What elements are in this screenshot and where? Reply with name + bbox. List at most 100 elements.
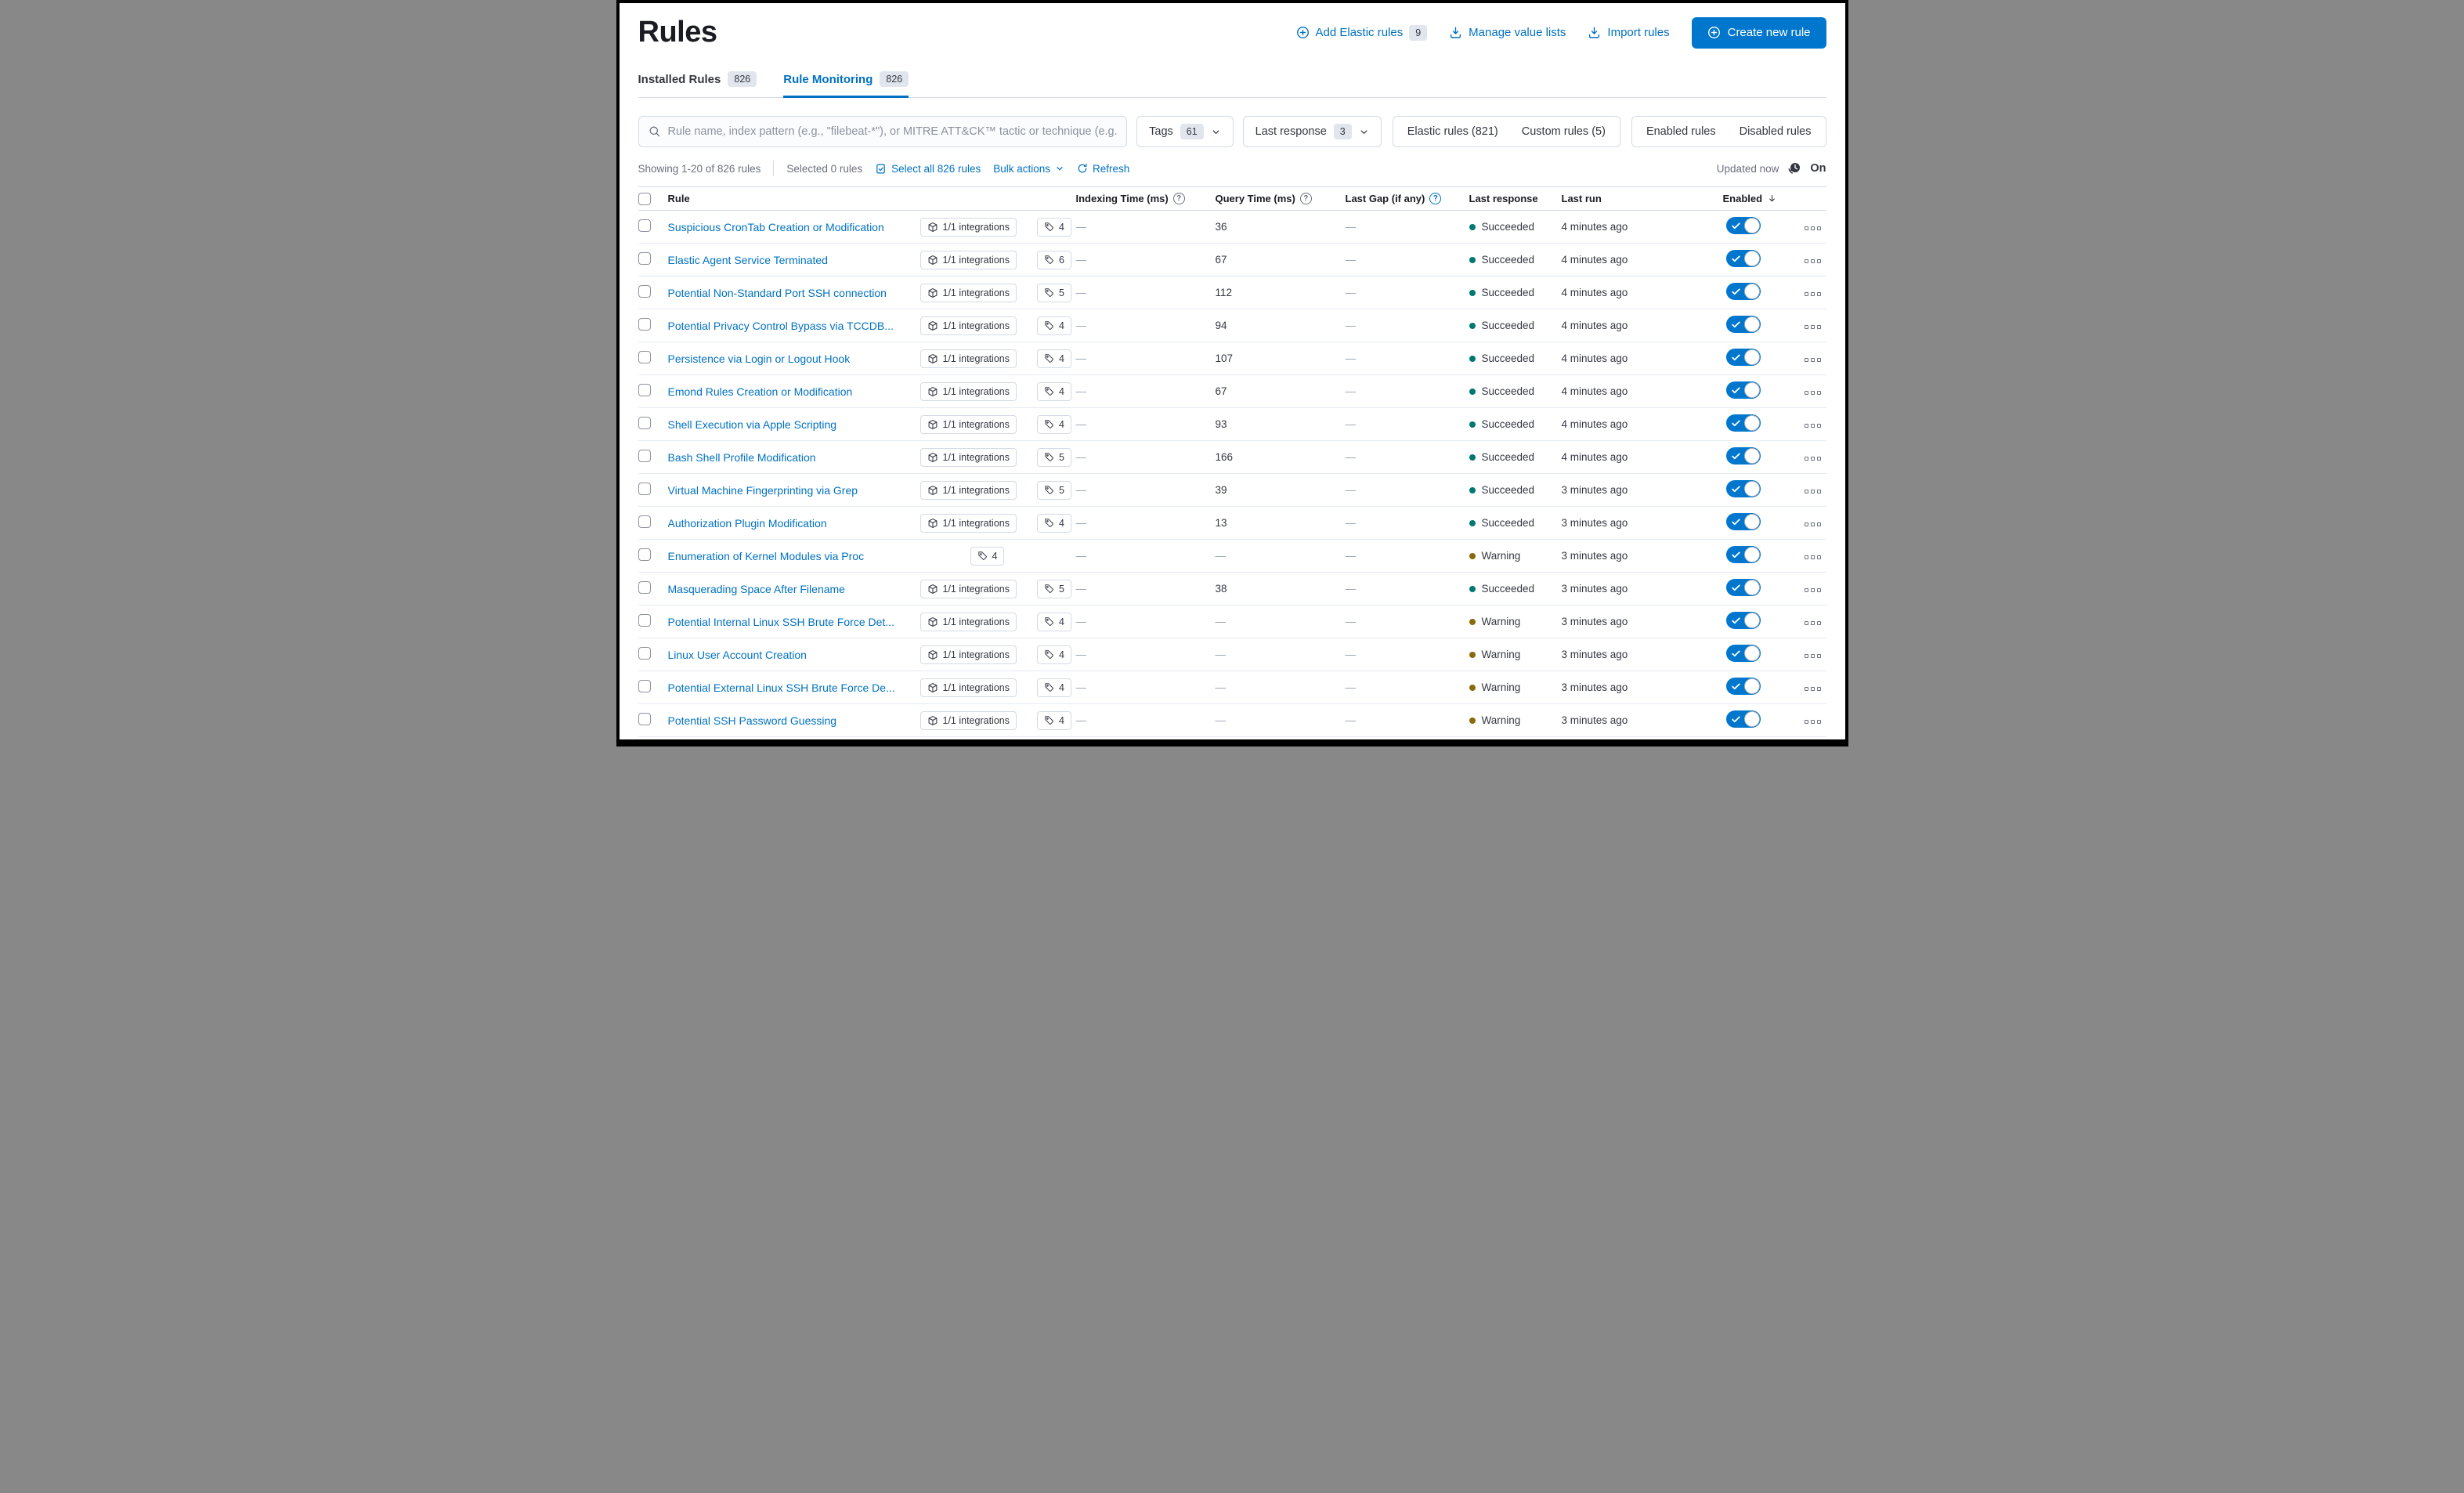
integrations-badge[interactable]: 1/1 integrations (919, 447, 1017, 467)
select-all-checkbox[interactable] (638, 192, 651, 205)
tags-badge[interactable]: 5 (1036, 447, 1071, 467)
tags-badge[interactable]: 4 (1036, 678, 1071, 697)
enabled-toggle[interactable] (1725, 250, 1761, 267)
rule-name-link[interactable]: Shell Execution via Apple Scripting (668, 418, 920, 431)
rule-name-link[interactable]: Authorization Plugin Modification (668, 517, 920, 530)
rule-name-link[interactable]: Emond Rules Creation or Modification (668, 385, 920, 398)
integrations-badge[interactable]: 1/1 integrations (919, 381, 1017, 401)
tags-badge[interactable]: 4 (1036, 316, 1071, 335)
tags-badge[interactable]: 4 (1036, 217, 1071, 237)
disabled-rules-filter[interactable]: Disabled rules (1740, 125, 1812, 138)
integrations-badge[interactable]: 1/1 integrations (919, 710, 1017, 730)
integrations-badge[interactable]: 1/1 integrations (919, 645, 1017, 664)
rule-name-link[interactable]: Potential Privacy Control Bypass via TCC… (668, 320, 920, 332)
enabled-toggle[interactable] (1725, 217, 1761, 234)
rule-name-link[interactable]: Potential Non-Standard Port SSH connecti… (668, 287, 920, 299)
row-actions-button[interactable] (1804, 391, 1821, 395)
integrations-badge[interactable]: 1/1 integrations (919, 283, 1017, 302)
tags-badge[interactable]: 4 (1036, 645, 1071, 664)
row-actions-button[interactable] (1804, 325, 1821, 329)
tags-badge[interactable]: 4 (970, 546, 1005, 566)
rule-name-link[interactable]: Potential SSH Password Guessing (668, 714, 920, 727)
row-checkbox[interactable] (638, 581, 651, 594)
help-icon[interactable]: ? (1172, 193, 1185, 204)
integrations-badge[interactable]: 1/1 integrations (919, 612, 1017, 631)
row-actions-button[interactable] (1804, 424, 1821, 428)
integrations-badge[interactable]: 1/1 integrations (919, 250, 1017, 269)
rule-name-link[interactable]: Elastic Agent Service Terminated (668, 254, 920, 266)
row-actions-button[interactable] (1804, 621, 1821, 625)
rule-name-link[interactable]: Masquerading Space After Filename (668, 583, 920, 595)
auto-refresh-clock-icon[interactable] (1787, 161, 1802, 176)
manage-value-lists-button[interactable]: Manage value lists (1449, 26, 1566, 39)
rule-name-link[interactable]: Persistence via Login or Logout Hook (668, 352, 920, 365)
rule-name-link[interactable]: Bash Shell Profile Modification (668, 451, 920, 464)
rule-name-link[interactable]: Linux User Account Creation (668, 649, 920, 661)
tags-badge[interactable]: 5 (1036, 579, 1071, 598)
row-checkbox[interactable] (638, 647, 651, 660)
enabled-toggle[interactable] (1725, 283, 1761, 300)
row-checkbox[interactable] (638, 351, 651, 363)
enabled-toggle[interactable] (1725, 579, 1761, 596)
last-response-filter-button[interactable]: Last response 3 (1242, 116, 1382, 147)
row-checkbox[interactable] (638, 515, 651, 528)
import-rules-button[interactable]: Import rules (1588, 26, 1670, 39)
enabled-rules-filter[interactable]: Enabled rules (1646, 125, 1716, 138)
row-checkbox[interactable] (638, 384, 651, 396)
help-icon[interactable]: ? (1299, 193, 1312, 204)
enabled-toggle[interactable] (1725, 678, 1761, 695)
custom-rules-filter[interactable]: Custom rules (5) (1522, 125, 1606, 138)
tags-badge[interactable]: 4 (1036, 612, 1071, 631)
tags-badge[interactable]: 6 (1036, 250, 1071, 269)
tab-installed-rules[interactable]: Installed Rules 826 (638, 71, 757, 97)
rule-name-link[interactable]: Virtual Machine Fingerprinting via Grep (668, 484, 920, 497)
row-checkbox[interactable] (638, 548, 651, 561)
tags-filter-button[interactable]: Tags 61 (1136, 116, 1234, 147)
enabled-toggle[interactable] (1725, 546, 1761, 563)
rule-name-link[interactable]: Enumeration of Kernel Modules via Proc (668, 550, 920, 562)
integrations-badge[interactable]: 1/1 integrations (919, 316, 1017, 335)
row-actions-button[interactable] (1804, 588, 1821, 592)
tags-badge[interactable]: 4 (1036, 513, 1071, 533)
tags-badge[interactable]: 4 (1036, 414, 1071, 434)
tab-rule-monitoring[interactable]: Rule Monitoring 826 (783, 71, 909, 98)
tags-badge[interactable]: 4 (1036, 381, 1071, 401)
row-actions-button[interactable] (1804, 259, 1821, 263)
tags-badge[interactable]: 4 (1036, 710, 1071, 730)
row-checkbox[interactable] (638, 285, 651, 298)
row-actions-button[interactable] (1804, 490, 1821, 493)
row-actions-button[interactable] (1804, 226, 1821, 230)
row-checkbox[interactable] (638, 318, 651, 331)
rule-name-link[interactable]: Potential External Linux SSH Brute Force… (668, 681, 920, 694)
row-actions-button[interactable] (1804, 555, 1821, 559)
integrations-badge[interactable]: 1/1 integrations (919, 414, 1017, 434)
rule-name-link[interactable]: Potential Internal Linux SSH Brute Force… (668, 616, 920, 628)
row-actions-button[interactable] (1804, 720, 1821, 724)
row-checkbox[interactable] (638, 417, 651, 429)
enabled-toggle[interactable] (1725, 612, 1761, 629)
add-elastic-rules-button[interactable]: Add Elastic rules 9 (1296, 24, 1428, 41)
row-checkbox[interactable] (638, 614, 651, 627)
integrations-badge[interactable]: 1/1 integrations (919, 513, 1017, 533)
row-actions-button[interactable] (1804, 457, 1821, 461)
enabled-toggle[interactable] (1725, 381, 1761, 399)
integrations-badge[interactable]: 1/1 integrations (919, 480, 1017, 500)
enabled-toggle[interactable] (1725, 316, 1761, 333)
row-checkbox[interactable] (638, 483, 651, 495)
row-checkbox[interactable] (638, 713, 651, 725)
refresh-button[interactable]: Refresh (1077, 163, 1129, 175)
integrations-badge[interactable]: 1/1 integrations (919, 678, 1017, 697)
elastic-rules-filter[interactable]: Elastic rules (821) (1407, 125, 1498, 138)
row-checkbox[interactable] (638, 252, 651, 265)
row-actions-button[interactable] (1804, 654, 1821, 658)
enabled-toggle[interactable] (1725, 414, 1761, 432)
tags-badge[interactable]: 4 (1036, 349, 1071, 368)
enabled-toggle[interactable] (1725, 645, 1761, 662)
enabled-toggle[interactable] (1725, 513, 1761, 530)
row-actions-button[interactable] (1804, 522, 1821, 526)
enabled-toggle[interactable] (1725, 349, 1761, 366)
rule-name-link[interactable]: Suspicious CronTab Creation or Modificat… (668, 221, 920, 233)
enabled-toggle[interactable] (1725, 710, 1761, 728)
enabled-toggle[interactable] (1725, 447, 1761, 465)
row-actions-button[interactable] (1804, 292, 1821, 296)
